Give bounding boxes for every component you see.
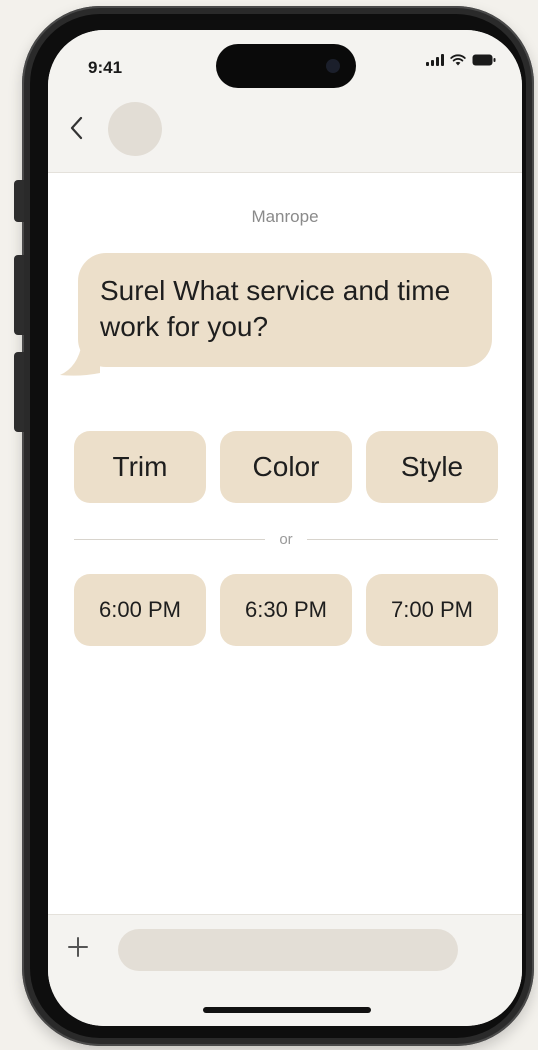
volume-down-button [14,352,24,432]
plus-icon [67,936,89,963]
time-options: 6:00 PM 6:30 PM 7:00 PM [74,574,498,646]
avatar[interactable] [108,102,162,156]
stage: 9:41 Manrope Surel What service and time… [0,0,538,1050]
cellular-signal-icon [426,54,444,66]
time-option-600pm[interactable]: 6:00 PM [74,574,206,646]
chat-thread: Manrope Surel What service and time work… [48,173,522,913]
mute-switch [14,180,24,222]
time-option-630pm[interactable]: 6:30 PM [220,574,352,646]
divider-line-left [74,538,266,540]
home-indicator [203,1007,371,1013]
battery-icon [472,54,496,66]
or-label: or [279,530,293,548]
add-attachment-button[interactable] [60,931,96,967]
conversation-header [48,92,522,173]
chevron-left-icon [69,116,83,145]
service-options: Trim Color Style [74,431,498,503]
back-button[interactable] [60,110,92,150]
wifi-icon [450,54,466,66]
dynamic-island [216,44,356,88]
volume-up-button [14,255,24,335]
message-input[interactable] [118,929,458,971]
camera-icon [326,59,340,73]
service-option-color[interactable]: Color [220,431,352,503]
message-composer [48,914,522,1026]
divider-line-right [306,538,498,540]
status-icons [426,54,496,66]
status-bar: 9:41 [48,30,522,92]
service-option-style[interactable]: Style [366,431,498,503]
contact-name: Manrope [251,207,319,226]
phone-screen: 9:41 Manrope Surel What service and time… [48,30,522,1026]
time-option-700pm[interactable]: 7:00 PM [366,574,498,646]
status-time: 9:41 [88,58,123,77]
or-divider: or [74,529,498,549]
incoming-message-bubble: Surel What service and time work for you… [78,253,492,367]
service-option-trim[interactable]: Trim [74,431,206,503]
